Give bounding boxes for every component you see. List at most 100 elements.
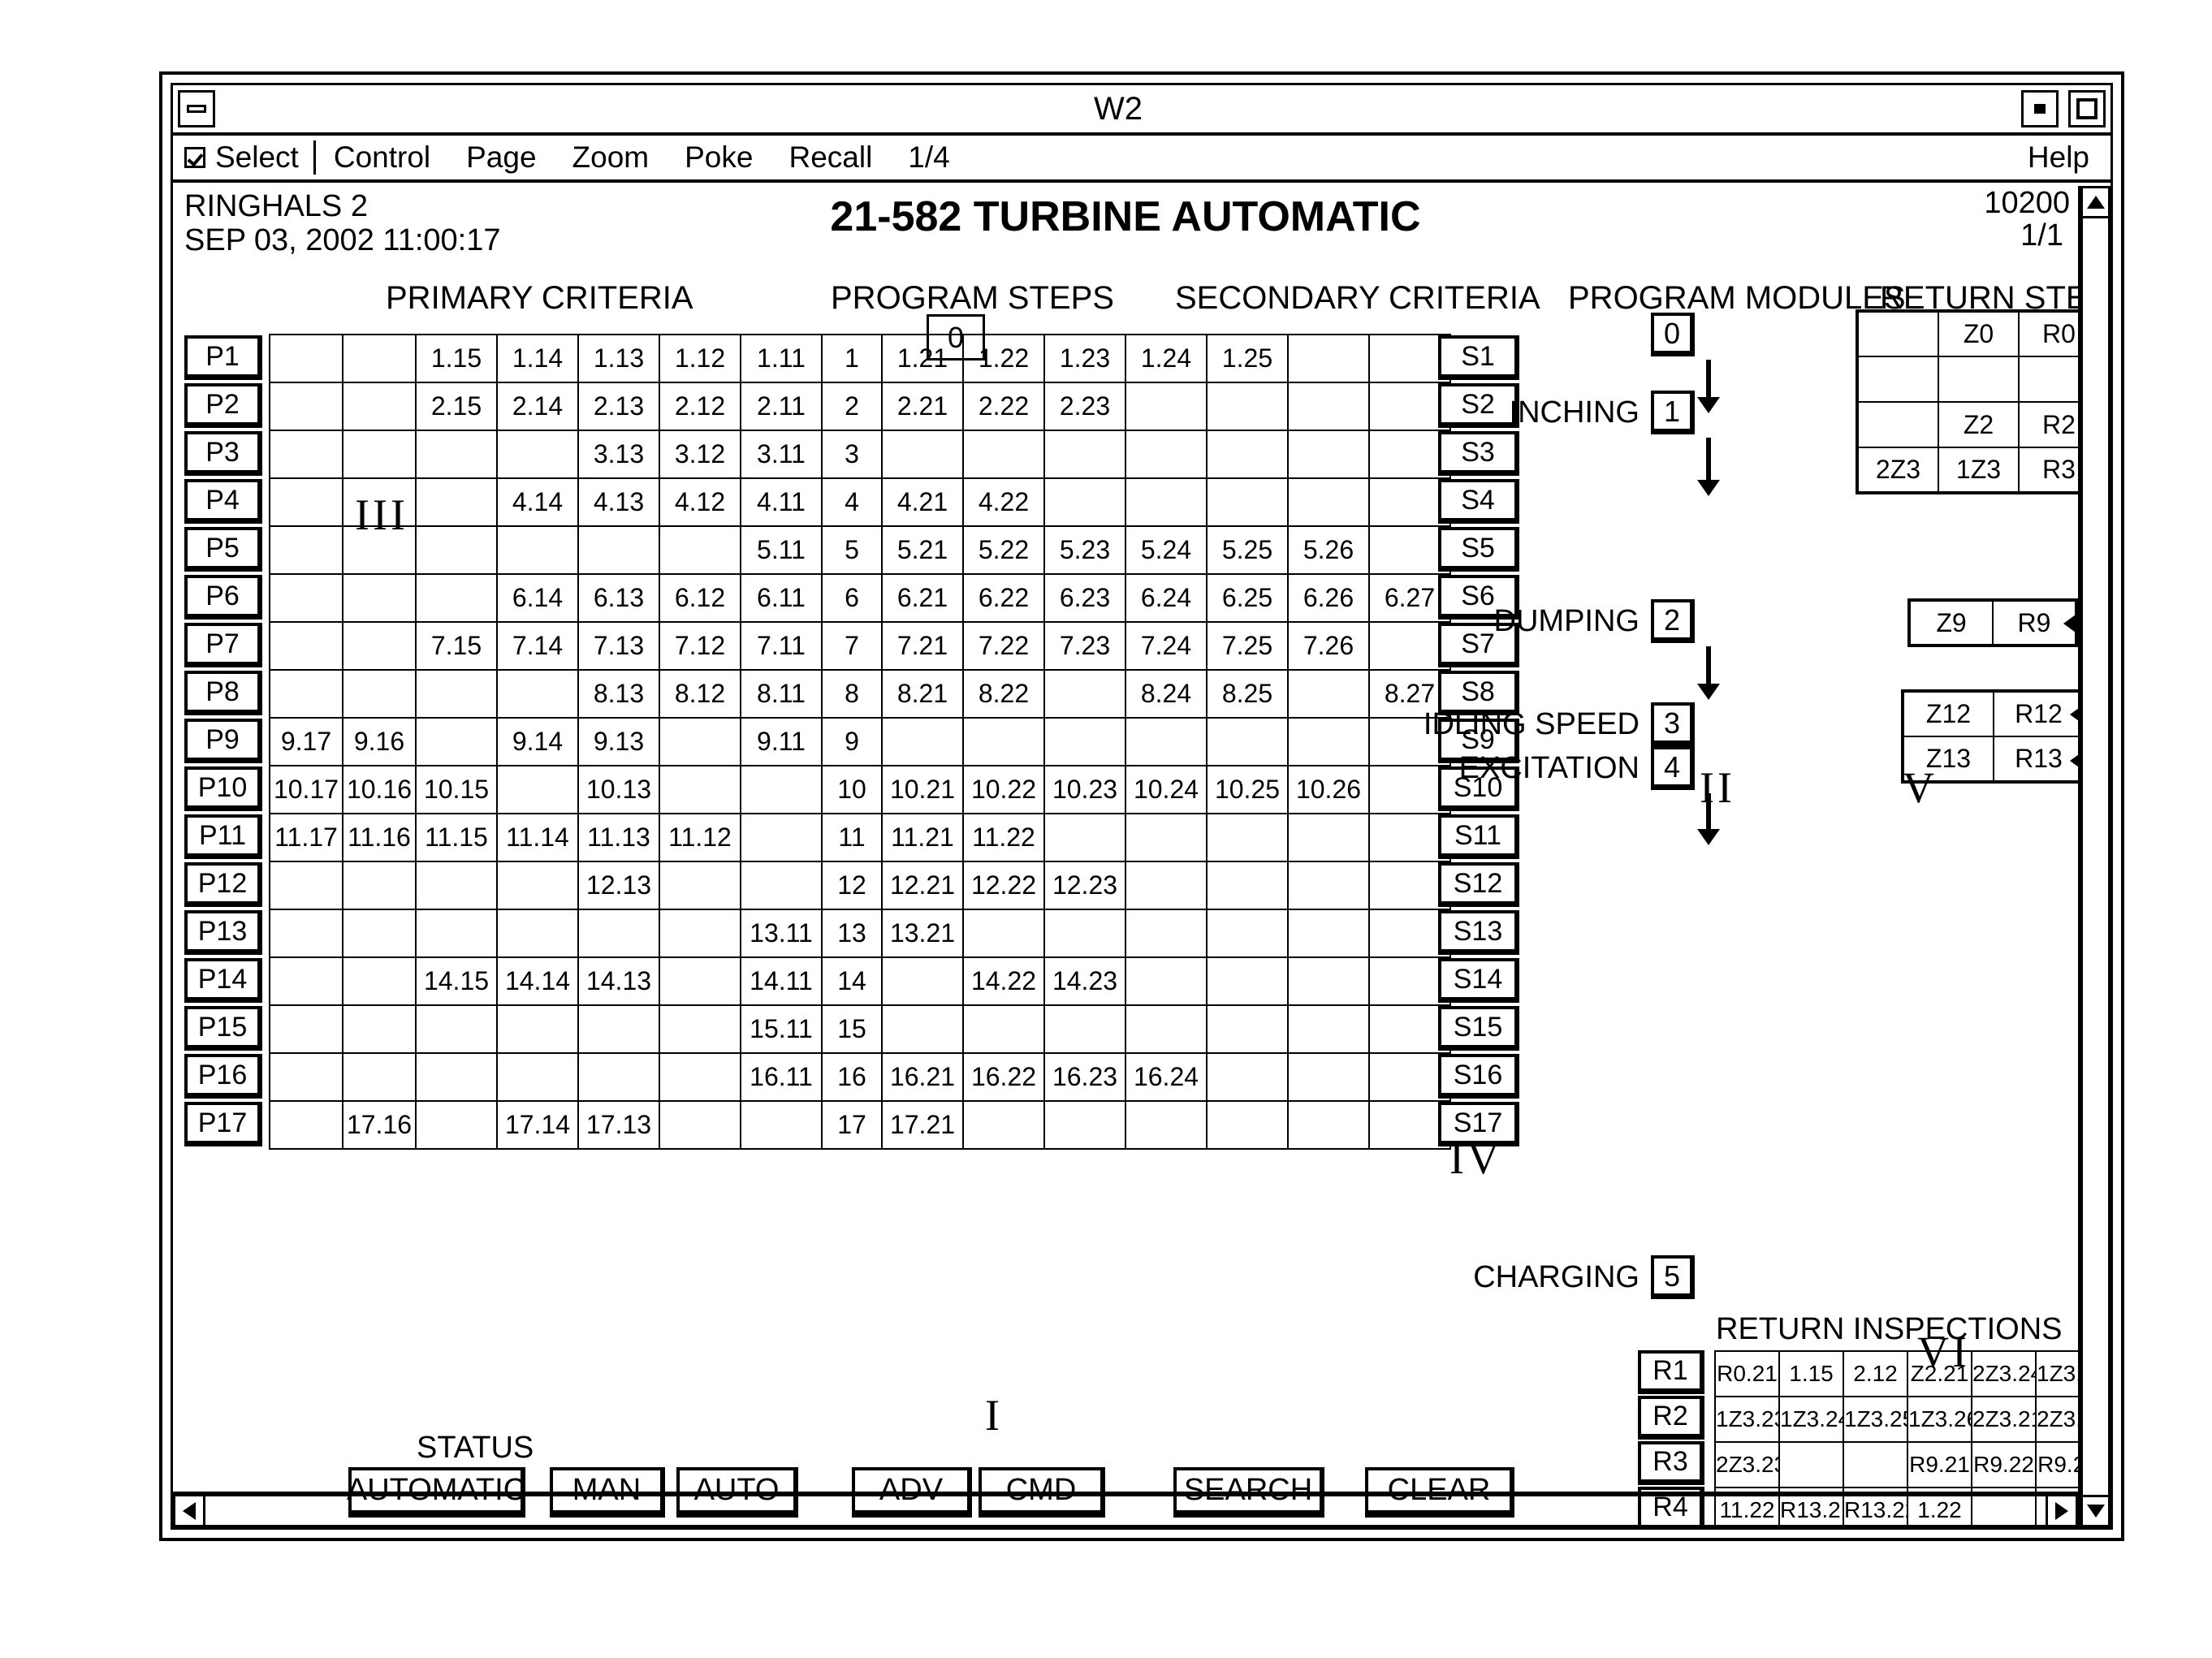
return-step-cell[interactable]: Z9 (1908, 599, 1994, 646)
primary-criteria-cell[interactable]: 6.11 (740, 573, 823, 623)
program-step-cell[interactable]: 16 (821, 1052, 883, 1102)
return-step-cell[interactable]: Z2 (1938, 401, 2020, 448)
secondary-criteria-cell[interactable]: 10.26 (1287, 765, 1370, 814)
scroll-left-icon[interactable] (173, 1494, 205, 1527)
primary-criteria-cell[interactable]: 8.11 (740, 669, 823, 719)
program-step-cell[interactable]: 12 (821, 861, 883, 910)
menu-item-zoom[interactable]: Zoom (555, 140, 667, 175)
primary-criteria-cell[interactable]: 5.11 (740, 525, 823, 575)
secondary-criteria-cell[interactable]: 5.21 (881, 525, 964, 575)
secondary-criteria-cell[interactable]: 2.23 (1043, 382, 1126, 431)
primary-row-label-p6[interactable]: P6 (184, 575, 262, 620)
primary-criteria-cell[interactable]: 10.17 (269, 765, 343, 814)
return-step-cell[interactable]: R2 (2018, 401, 2078, 448)
program-module-0[interactable]: 0 (1640, 313, 1695, 356)
primary-criteria-cell[interactable]: 14.13 (577, 956, 660, 1006)
primary-criteria-cell[interactable]: 10.15 (415, 765, 498, 814)
secondary-criteria-cell[interactable]: 7.26 (1287, 621, 1370, 671)
program-step-cell[interactable]: 4 (821, 477, 883, 527)
primary-criteria-cell[interactable]: 4.12 (659, 477, 741, 527)
secondary-criteria-cell[interactable]: 7.25 (1206, 621, 1289, 671)
secondary-criteria-cell[interactable]: 1.25 (1206, 334, 1289, 383)
program-step-cell[interactable]: 13 (821, 909, 883, 958)
return-step-cell[interactable]: 1Z3 (1938, 447, 2020, 494)
primary-criteria-cell[interactable]: 3.13 (577, 430, 660, 479)
checkbox-checked-icon[interactable] (184, 147, 205, 168)
primary-criteria-cell[interactable]: 17.13 (577, 1100, 660, 1150)
program-step-cell[interactable]: 9 (821, 717, 883, 766)
secondary-row-label-s5[interactable]: S5 (1438, 527, 1519, 572)
primary-criteria-cell[interactable]: 1.11 (740, 334, 823, 383)
secondary-criteria-cell[interactable]: 6.25 (1206, 573, 1289, 623)
primary-row-label-p8[interactable]: P8 (184, 671, 262, 715)
primary-row-label-p15[interactable]: P15 (184, 1006, 262, 1051)
secondary-criteria-cell[interactable]: 12.23 (1043, 861, 1126, 910)
primary-criteria-cell[interactable]: 7.15 (415, 621, 498, 671)
primary-criteria-cell[interactable]: 14.14 (496, 956, 579, 1006)
secondary-criteria-cell[interactable]: 8.24 (1125, 669, 1208, 719)
program-step-cell[interactable]: 15 (821, 1004, 883, 1054)
primary-criteria-cell[interactable]: 11.12 (659, 813, 741, 862)
return-step-cell[interactable]: R12 (1993, 690, 2078, 737)
primary-row-label-p9[interactable]: P9 (184, 719, 262, 763)
primary-criteria-cell[interactable]: 15.11 (740, 1004, 823, 1054)
primary-criteria-cell[interactable]: 2.13 (577, 382, 660, 431)
primary-criteria-cell[interactable]: 7.11 (740, 621, 823, 671)
secondary-row-label-s16[interactable]: S16 (1438, 1054, 1519, 1099)
secondary-row-label-s13[interactable]: S13 (1438, 910, 1519, 955)
primary-criteria-cell[interactable]: 7.12 (659, 621, 741, 671)
secondary-criteria-cell[interactable]: 5.23 (1043, 525, 1126, 575)
return-inspection-cell[interactable]: 2.12 (1843, 1350, 1908, 1397)
primary-row-label-p12[interactable]: P12 (184, 862, 262, 907)
secondary-criteria-cell[interactable]: 6.24 (1125, 573, 1208, 623)
primary-criteria-cell[interactable]: 12.13 (577, 861, 660, 910)
primary-row-label-p4[interactable]: P4 (184, 479, 262, 524)
program-step-cell[interactable]: 11 (821, 813, 883, 862)
secondary-criteria-cell[interactable]: 5.26 (1287, 525, 1370, 575)
secondary-criteria-cell[interactable]: 5.25 (1206, 525, 1289, 575)
primary-criteria-cell[interactable]: 9.13 (577, 717, 660, 766)
secondary-criteria-cell[interactable]: 4.21 (881, 477, 964, 527)
program-step-cell[interactable]: 8 (821, 669, 883, 719)
primary-criteria-cell[interactable]: 7.13 (577, 621, 660, 671)
return-step-cell[interactable]: 2Z3 (1856, 447, 1939, 494)
secondary-criteria-cell[interactable]: 7.21 (881, 621, 964, 671)
primary-criteria-cell[interactable]: 1.15 (415, 334, 498, 383)
primary-criteria-cell[interactable]: 6.12 (659, 573, 741, 623)
primary-criteria-cell[interactable]: 4.13 (577, 477, 660, 527)
primary-criteria-cell[interactable]: 9.17 (269, 717, 343, 766)
vertical-scroll-track[interactable] (2080, 218, 2110, 1495)
program-module-charging-value[interactable]: 5 (1651, 1255, 1695, 1299)
return-step-cell[interactable]: R3 (2018, 447, 2078, 494)
primary-row-label-p5[interactable]: P5 (184, 527, 262, 572)
secondary-criteria-cell[interactable]: 13.21 (881, 909, 964, 958)
secondary-row-label-s15[interactable]: S15 (1438, 1006, 1519, 1051)
secondary-row-label-s4[interactable]: S4 (1438, 479, 1519, 524)
primary-row-label-p13[interactable]: P13 (184, 910, 262, 955)
secondary-criteria-cell[interactable]: 1.22 (962, 334, 1045, 383)
secondary-criteria-cell[interactable]: 16.24 (1125, 1052, 1208, 1102)
menu-item-select[interactable]: Select (173, 140, 316, 175)
return-inspection-label-r1[interactable]: R1 (1638, 1350, 1704, 1394)
scroll-up-icon[interactable] (2080, 186, 2110, 218)
primary-criteria-cell[interactable]: 11.15 (415, 813, 498, 862)
program-module-charging[interactable]: CHARGING 5 (1396, 1255, 1695, 1299)
return-step-cell[interactable]: Z13 (1902, 736, 1994, 783)
secondary-row-label-s11[interactable]: S11 (1438, 814, 1519, 859)
program-module-dumping-value[interactable]: 2 (1651, 599, 1695, 643)
primary-criteria-cell[interactable]: 4.11 (740, 477, 823, 527)
primary-criteria-cell[interactable]: 10.16 (342, 765, 417, 814)
secondary-criteria-cell[interactable]: 4.22 (962, 477, 1045, 527)
return-inspection-cell[interactable]: 2Z3.24 (1971, 1350, 2037, 1397)
secondary-criteria-cell[interactable]: 6.21 (881, 573, 964, 623)
return-step-cell[interactable]: Z12 (1902, 690, 1994, 737)
primary-criteria-cell[interactable]: 3.12 (659, 430, 741, 479)
restore-icon[interactable] (2021, 90, 2059, 127)
program-module-dumping[interactable]: DUMPING 2 (1402, 599, 1695, 643)
secondary-criteria-cell[interactable]: 12.21 (881, 861, 964, 910)
primary-row-label-p11[interactable]: P11 (184, 814, 262, 859)
secondary-criteria-cell[interactable]: 16.23 (1043, 1052, 1126, 1102)
program-step-cell[interactable]: 3 (821, 430, 883, 479)
primary-criteria-cell[interactable]: 17.14 (496, 1100, 579, 1150)
scroll-down-icon[interactable] (2080, 1495, 2110, 1527)
